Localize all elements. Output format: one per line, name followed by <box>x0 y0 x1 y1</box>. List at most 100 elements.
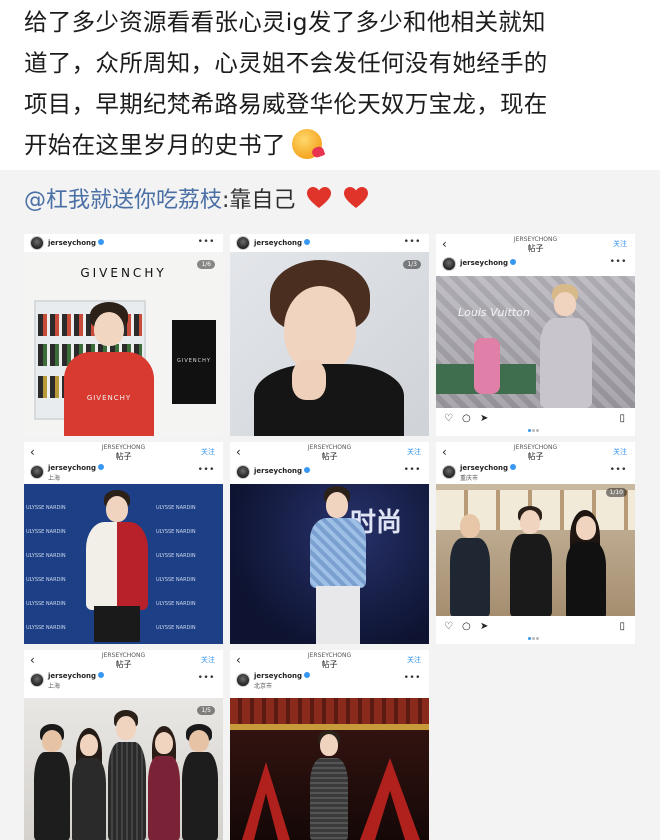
red-arch <box>242 762 290 840</box>
page-counter: 1/5 <box>197 706 215 715</box>
avatar <box>442 257 456 271</box>
bookmark-icon[interactable]: ▯ <box>619 621 625 632</box>
post-photo: Louis Vuitton <box>436 276 635 408</box>
figure <box>474 338 500 394</box>
username: jerseychong <box>48 672 105 680</box>
posts-label: 帖子 <box>321 660 338 669</box>
post-header: jerseychong 重庆市 ••• <box>436 462 635 482</box>
post-line: 给了多少资源看看张心灵ig发了多少和他相关就知 <box>24 8 546 36</box>
red-arch <box>360 758 420 840</box>
profile-title: JERSEYCHONG <box>513 444 558 451</box>
verified-icon <box>98 464 105 470</box>
backdrop-logos: ULYSSE NARDIN ULYSSE NARDIN ULYSSE NARDIN U… <box>156 505 196 631</box>
carousel-dots <box>527 625 544 640</box>
grid-image-8[interactable]: ‹ JERSEYCHONG 帖子 关注 jerseychong 北京市 ••• <box>230 650 429 840</box>
share-icon[interactable]: ➤ <box>480 621 488 632</box>
post-actions: ♡ ○ ➤ ▯ <box>436 410 635 432</box>
bookmark-icon[interactable]: ▯ <box>619 413 625 424</box>
post-header: jerseychong ••• <box>436 254 635 274</box>
comment-icon[interactable]: ○ <box>462 621 471 632</box>
profile-nav: ‹ JERSEYCHONG 帖子 关注 <box>230 650 429 670</box>
more-icon[interactable]: ••• <box>198 465 215 475</box>
verified-icon <box>304 672 311 678</box>
avatar <box>30 465 44 479</box>
location: 上海 <box>48 683 61 690</box>
profile-title: JERSEYCHONG <box>101 444 146 451</box>
posts-label: 帖子 <box>527 452 544 461</box>
grid-image-5[interactable]: ‹ JERSEYCHONG 帖子 关注 jerseychong ••• 时尚 <box>230 442 429 644</box>
grid-image-2[interactable]: jerseychong ••• 1/3 <box>230 234 429 436</box>
like-icon[interactable]: ♡ <box>444 621 453 632</box>
share-icon[interactable]: ➤ <box>480 413 488 424</box>
follow-button[interactable]: 关注 <box>613 239 627 249</box>
more-icon[interactable]: ••• <box>610 257 627 267</box>
follow-button[interactable]: 关注 <box>407 655 421 665</box>
username: jerseychong <box>460 464 517 472</box>
avatar <box>236 673 250 687</box>
posts-label: 帖子 <box>115 452 132 461</box>
username: jerseychong <box>48 239 105 247</box>
backdrop-logos: ULYSSE NARDIN ULYSSE NARDIN ULYSSE NARDIN U… <box>26 505 66 631</box>
carousel-dots <box>527 417 544 432</box>
posts-label: 帖子 <box>115 660 132 669</box>
follow-button[interactable]: 关注 <box>613 447 627 457</box>
grid-image-1[interactable]: jerseychong ••• GIVENCHY GIVENCHY GIVENC… <box>24 234 223 436</box>
profile-nav: ‹ JERSEYCHONG 帖子 关注 <box>24 442 223 462</box>
profile-title: JERSEYCHONG <box>101 652 146 659</box>
post-header: jerseychong ••• <box>24 234 223 252</box>
location: 上海 <box>48 475 61 482</box>
more-icon[interactable]: ••• <box>610 465 627 475</box>
post-line: 开始在这里岁月的史书了 <box>24 125 640 166</box>
post-header: jerseychong ••• <box>230 462 429 482</box>
grid-image-6[interactable]: ‹ JERSEYCHONG 帖子 关注 jerseychong 重庆市 ••• <box>436 442 635 644</box>
brand-wordmark: GIVENCHY <box>80 266 167 280</box>
verified-icon <box>98 239 105 245</box>
location: 北京市 <box>254 683 273 690</box>
profile-title: JERSEYCHONG <box>307 444 352 451</box>
image-grid: jerseychong ••• GIVENCHY GIVENCHY GIVENC… <box>0 170 660 840</box>
posts-label: 帖子 <box>321 452 338 461</box>
profile-nav: ‹ JERSEYCHONG 帖子 关注 <box>436 442 635 462</box>
post-photo: ULYSSE NARDIN ULYSSE NARDIN ULYSSE NARDIN U… <box>24 484 223 644</box>
verified-icon <box>510 259 517 265</box>
comment-icon[interactable]: ○ <box>462 413 471 424</box>
username: jerseychong <box>254 239 311 247</box>
post-line: 项目，早期纪梵希路易威登华伦天奴万宝龙，现在 <box>24 90 548 118</box>
grid-image-4[interactable]: ‹ JERSEYCHONG 帖子 关注 jerseychong 上海 ••• U… <box>24 442 223 644</box>
follow-button[interactable]: 关注 <box>201 655 215 665</box>
more-icon[interactable]: ••• <box>404 465 421 475</box>
grid-image-7[interactable]: ‹ JERSEYCHONG 帖子 关注 jerseychong 上海 ••• 1… <box>24 650 223 840</box>
follow-button[interactable]: 关注 <box>201 447 215 457</box>
more-icon[interactable]: ••• <box>198 673 215 683</box>
post-photo <box>436 484 635 616</box>
profile-nav: ‹ JERSEYCHONG 帖子 关注 <box>436 234 635 254</box>
avatar <box>236 465 250 479</box>
profile-title: JERSEYCHONG <box>307 652 352 659</box>
page-counter: 1/10 <box>605 488 627 497</box>
avatar <box>442 465 456 479</box>
repost-panel: @杠我就送你吃荔枝:靠自己 jerseychong ••• GIVENCHY G… <box>0 170 660 840</box>
post-photo: 时尚 <box>230 484 429 644</box>
page-counter: 1/3 <box>403 260 421 269</box>
follow-button[interactable]: 关注 <box>407 447 421 457</box>
post-header: jerseychong 上海 ••• <box>24 670 223 690</box>
post-line: 道了，众所周知，心灵姐不会发任何没有她经手的 <box>24 49 548 77</box>
more-icon[interactable]: ••• <box>198 237 215 247</box>
profile-title: JERSEYCHONG <box>513 236 558 243</box>
grid-image-3[interactable]: ‹ JERSEYCHONG 帖子 关注 jerseychong ••• Loui… <box>436 234 635 436</box>
profile-nav: ‹ JERSEYCHONG 帖子 关注 <box>230 442 429 462</box>
post-text: 给了多少资源看看张心灵ig发了多少和他相关就知 道了，众所周知，心灵姐不会发任何… <box>0 0 660 170</box>
username: jerseychong <box>460 259 517 267</box>
username: jerseychong <box>48 464 105 472</box>
avatar <box>30 673 44 687</box>
more-icon[interactable]: ••• <box>404 673 421 683</box>
page-counter: 1/6 <box>197 260 215 269</box>
username: jerseychong <box>254 672 311 680</box>
posts-label: 帖子 <box>527 244 544 253</box>
verified-icon <box>304 467 311 473</box>
more-icon[interactable]: ••• <box>404 237 421 247</box>
like-icon[interactable]: ♡ <box>444 413 453 424</box>
avatar <box>30 236 44 250</box>
post-photo <box>230 698 429 840</box>
brand-wordmark: Louis Vuitton <box>458 306 530 319</box>
